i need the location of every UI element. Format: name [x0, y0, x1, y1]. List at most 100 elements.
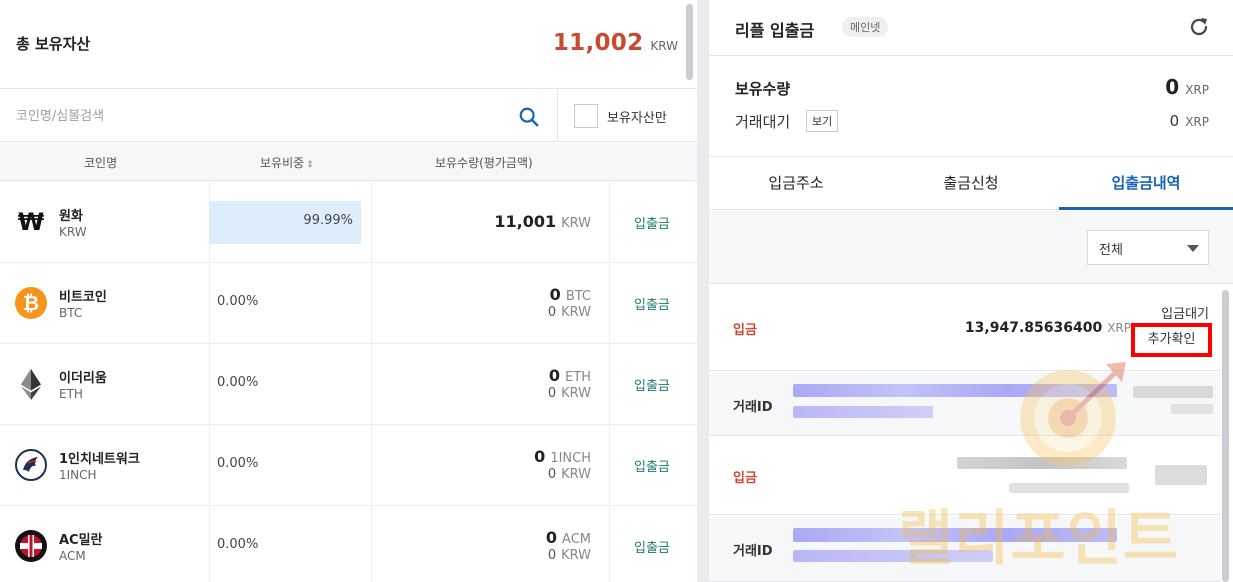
network-badge: 메인넷 [842, 17, 889, 37]
transaction-id-row: 거래ID [709, 372, 1221, 436]
tab-withdraw-request[interactable]: 출금신청 [884, 158, 1058, 210]
coin-symbol: 1INCH [59, 468, 97, 482]
coin-name: AC밀란 [59, 533, 103, 548]
coin-ratio: 0.00% [217, 375, 259, 390]
bitcoin-icon: ₿ [15, 287, 47, 319]
redacted-amount [1009, 483, 1129, 493]
coin-krw-amount: 0 [547, 386, 557, 401]
deposit-withdraw-link[interactable]: 입출금 [634, 537, 670, 556]
only-holdings-checkbox[interactable] [574, 104, 598, 128]
transaction-status: 입금대기 [1161, 307, 1209, 322]
acmilan-icon [15, 530, 47, 562]
coin-name: 원화 [59, 209, 83, 224]
column-divider [609, 425, 610, 506]
total-assets-value: 11,002 KRW [553, 30, 678, 56]
redacted-txid [793, 384, 1117, 397]
coin-name: 이더리움 [59, 371, 107, 386]
1inch-icon [15, 449, 47, 481]
coin-search-bar: 보유자산만 [0, 90, 697, 142]
svg-text:₿: ₿ [23, 291, 39, 315]
view-pending-button[interactable]: 보기 [806, 110, 839, 132]
transaction-type: 입금 [733, 323, 757, 338]
xrp-detail-panel: 리플 입출금 메인넷 보유수량 0 XRP 거래대기 보기 0 XRP 입금주소… [709, 0, 1233, 582]
transaction-amount-unit: XRP [1107, 321, 1131, 335]
coin-row-btc[interactable]: ₿ 비트코인 BTC 0.00% 0 BTC 0 KRW 입출금 [0, 263, 697, 344]
transaction-id-label: 거래ID [733, 400, 773, 415]
coin-ratio: 0.00% [217, 537, 259, 552]
pending-amount: 0 [1169, 112, 1180, 130]
coin-amount-value: 0 [549, 285, 561, 304]
column-divider [209, 344, 210, 425]
coin-amount-unit: ACM [562, 532, 591, 547]
coin-name: 1인치네트워크 [59, 452, 140, 467]
holding-label: 보유수량 [735, 80, 791, 98]
redacted-status [1155, 465, 1207, 485]
history-filter-area: 전체 [709, 211, 1233, 284]
coin-krw-amount: 0 [547, 548, 557, 563]
detail-tabs: 입금주소 출금신청 입출금내역 [709, 158, 1233, 210]
holding-amount: 0 [1165, 75, 1180, 99]
coin-row-1inch[interactable]: 1인치네트워크 1INCH 0.00% 0 1INCH 0 KRW 입출금 [0, 425, 697, 506]
coin-amount-value: 0 [534, 447, 546, 466]
won-icon: ₩ [18, 208, 45, 236]
coin-row-krw[interactable]: ₩ 원화 KRW 99.99% 11,001 KRW 입출금 [0, 182, 697, 263]
deposit-withdraw-link[interactable]: 입출금 [634, 294, 670, 313]
coin-krw-unit: KRW [561, 386, 591, 401]
column-divider [371, 182, 372, 263]
coin-krw-value: 0 KRW [548, 467, 591, 482]
total-assets-number: 11,002 [552, 30, 644, 56]
history-filter-value: 전체 [1099, 243, 1123, 258]
redacted-date [1171, 404, 1213, 414]
history-filter-select[interactable]: 전체 [1087, 230, 1209, 265]
search-icon[interactable] [518, 106, 540, 128]
only-holdings-label[interactable]: 보유자산만 [607, 107, 667, 126]
column-divider [609, 344, 610, 425]
tab-deposit-address[interactable]: 입금주소 [709, 158, 883, 210]
deposit-withdraw-link[interactable]: 입출금 [634, 213, 670, 232]
coin-amount-unit: BTC [565, 289, 591, 304]
coin-row-eth[interactable]: 이더리움 ETH 0.00% 0 ETH 0 KRW 입출금 [0, 344, 697, 425]
deposit-withdraw-link[interactable]: 입출금 [634, 375, 670, 394]
coin-row-acm[interactable]: AC밀란 ACM 0.00% 0 ACM 0 KRW 입출금 [0, 506, 697, 582]
column-divider [209, 425, 210, 506]
column-divider [371, 425, 372, 506]
coin-amount: 0 1INCH [534, 447, 591, 466]
history-scrollbar[interactable] [1222, 290, 1229, 582]
total-assets-unit: KRW [650, 39, 678, 53]
column-divider [371, 506, 372, 582]
chevron-down-icon [1187, 245, 1199, 252]
coin-symbol: BTC [59, 306, 83, 320]
search-divider [557, 90, 558, 142]
coin-krw-amount: 0 [547, 305, 557, 320]
coin-amount-value: 0 [548, 366, 561, 385]
transaction-amount-value: 13,947.85636400 [964, 320, 1103, 336]
pending-label: 거래대기 [735, 113, 791, 131]
coin-krw-amount: 0 [547, 467, 557, 482]
coin-amount-value: 0 [545, 528, 558, 547]
additional-confirm-button[interactable]: 추가확인 [1131, 323, 1212, 357]
column-ratio[interactable]: 보유비중 ⇕ [260, 154, 314, 171]
holding-unit: XRP [1185, 83, 1209, 97]
refresh-icon[interactable] [1187, 15, 1211, 39]
redacted-date [1133, 386, 1213, 398]
coin-ratio: 0.00% [217, 294, 259, 309]
coin-amount-unit: KRW [561, 216, 591, 231]
coin-ratio: 0.00% [217, 456, 259, 471]
tab-history[interactable]: 입출금내역 [1059, 158, 1233, 210]
pending-unit: XRP [1185, 115, 1209, 129]
portfolio-scrollbar[interactable] [686, 4, 693, 80]
pending-value: 0 XRP [1170, 112, 1209, 130]
coin-amount: 0 ETH [549, 366, 591, 385]
coin-search-input[interactable] [16, 105, 496, 127]
column-divider [371, 344, 372, 425]
detail-title: 리플 입출금 [735, 21, 815, 40]
transaction-row[interactable]: 입금 13,947.85636400 XRP 입금대기 추가확인 [709, 285, 1221, 371]
svg-text:₩: ₩ [18, 208, 45, 236]
deposit-withdraw-link[interactable]: 입출금 [634, 456, 670, 475]
coin-amount-unit: 1INCH [550, 451, 591, 466]
transaction-row[interactable]: 입금 [709, 437, 1221, 515]
ethereum-icon [21, 369, 41, 400]
coin-symbol: ACM [59, 549, 86, 563]
coin-krw-unit: KRW [561, 548, 591, 563]
column-divider [609, 263, 610, 344]
